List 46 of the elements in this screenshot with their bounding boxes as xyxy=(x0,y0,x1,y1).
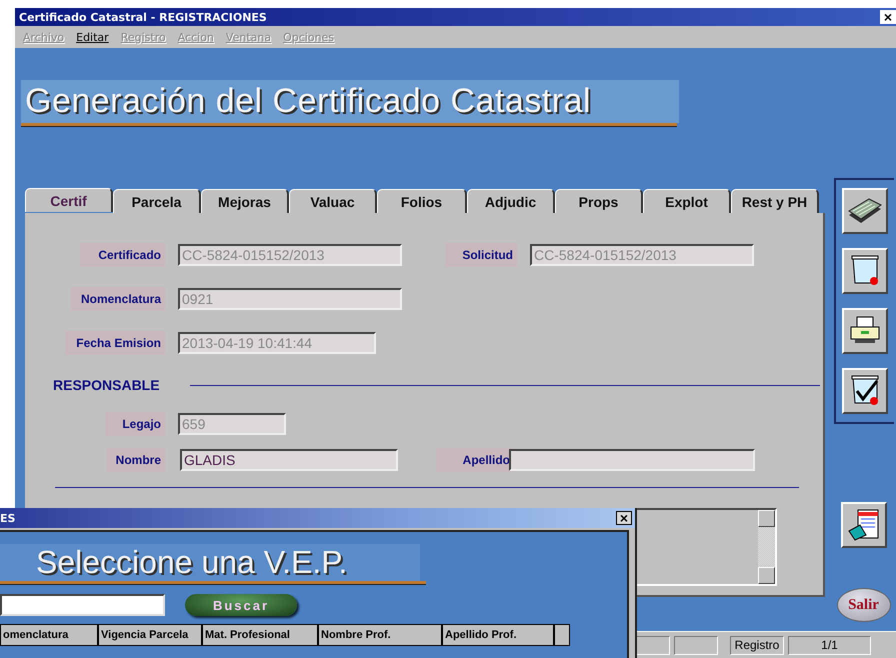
search-field[interactable] xyxy=(0,594,165,616)
tab[interactable]: Parcela xyxy=(113,189,201,213)
page-heading: Generación del Certificado Catastral xyxy=(21,80,679,123)
scrollbar[interactable] xyxy=(758,510,775,584)
window-title: Certificado Catastral - REGISTRACIONES xyxy=(19,10,267,24)
field-label: Solicitud xyxy=(445,243,517,267)
menu-item[interactable]: Editar xyxy=(76,30,109,44)
document-book-icon xyxy=(846,507,882,543)
toolbar-button[interactable] xyxy=(842,188,888,234)
status-label: Registro xyxy=(730,636,784,654)
field-label: Apellido xyxy=(436,448,514,472)
section-title: RESPONSABLE xyxy=(53,377,160,393)
tab[interactable]: Props xyxy=(555,189,643,213)
status-value: 1/1 xyxy=(788,636,871,654)
tab[interactable]: Adjudic xyxy=(467,189,555,213)
column-header[interactable]: Apellido Prof. xyxy=(442,624,554,646)
column-header[interactable]: Nombre Prof. xyxy=(318,624,442,646)
tab[interactable]: Valuac xyxy=(289,189,377,213)
field-label: Nomenclatura xyxy=(71,287,165,311)
column-header[interactable]: Mat. Profesional xyxy=(202,624,318,646)
field-label: Certificado xyxy=(80,243,165,267)
dialog-title: ES xyxy=(0,512,16,524)
close-button[interactable]: × xyxy=(616,511,632,525)
exit-button[interactable]: Salir xyxy=(836,588,890,622)
input-field[interactable] xyxy=(509,449,755,471)
column-header[interactable]: Vigencia Parcela xyxy=(98,624,202,646)
close-button[interactable]: × xyxy=(880,10,896,24)
tab[interactable]: Rest y PH xyxy=(731,189,819,213)
toolbar-button[interactable] xyxy=(842,308,888,354)
column-header xyxy=(554,624,570,646)
field-label: Legajo xyxy=(105,412,165,436)
tab[interactable]: Explot xyxy=(643,189,731,213)
dialog-heading: Seleccione una V.E.P. xyxy=(0,544,420,581)
input-field[interactable]: GLADIS xyxy=(180,449,398,471)
toolbar-button[interactable] xyxy=(842,368,888,414)
scroll-up-button[interactable] xyxy=(758,510,775,527)
toolbar-button[interactable] xyxy=(840,502,886,548)
tab[interactable]: Certif xyxy=(25,188,113,212)
tab[interactable]: Folios xyxy=(377,189,467,213)
field-label: Nombre xyxy=(107,448,165,472)
scroll-down-button[interactable] xyxy=(758,567,775,584)
status-field xyxy=(674,636,718,654)
toolbar-button[interactable] xyxy=(842,248,888,294)
column-header[interactable]: omenclatura xyxy=(0,624,98,646)
tab[interactable]: Mejoras xyxy=(201,189,289,213)
field-label: Fecha Emision xyxy=(65,331,165,355)
